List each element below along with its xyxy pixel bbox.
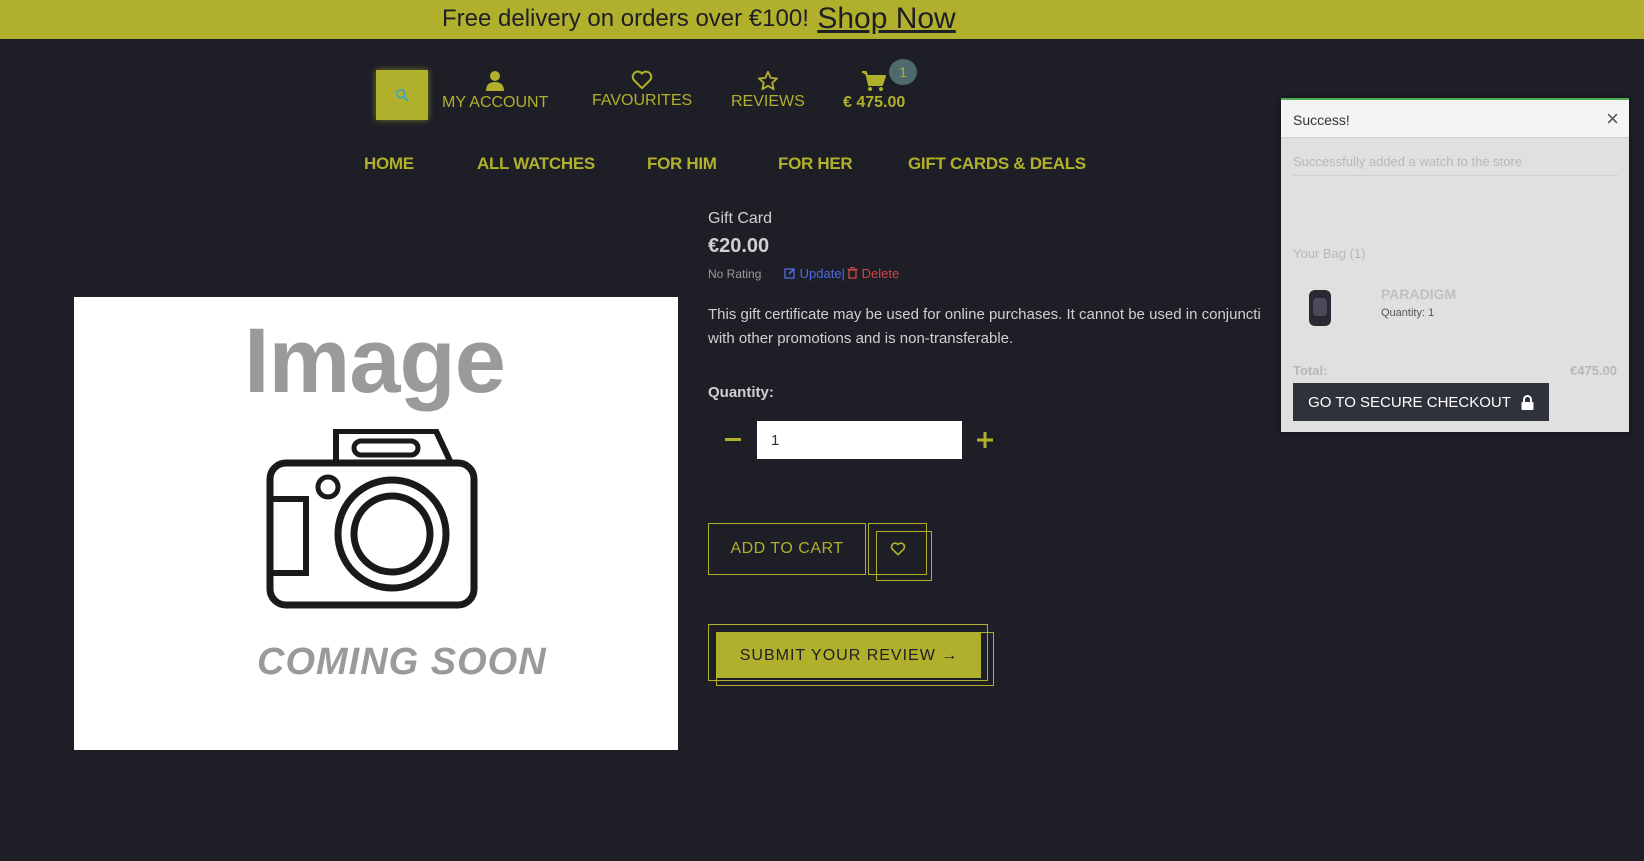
close-icon[interactable]: × bbox=[1606, 106, 1619, 132]
camera-icon bbox=[266, 429, 478, 609]
plus-icon bbox=[977, 432, 993, 448]
quantity-input[interactable] bbox=[757, 421, 962, 459]
description-line-1: This gift certificate may be used for on… bbox=[708, 306, 1261, 323]
user-icon bbox=[486, 71, 505, 91]
delete-label: Delete bbox=[861, 266, 900, 281]
my-account-label: MY ACCOUNT bbox=[442, 94, 549, 111]
checkout-label: GO TO SECURE CHECKOUT bbox=[1308, 393, 1511, 411]
heart-icon bbox=[631, 70, 653, 90]
toast-header: Success! × bbox=[1281, 100, 1629, 138]
delete-link[interactable]: Delete bbox=[847, 266, 899, 281]
toast-message: Successfully added a watch to the store bbox=[1293, 154, 1618, 176]
product-description: This gift certificate may be used for on… bbox=[708, 303, 1280, 351]
description-line-2: with other promotions and is non-transfe… bbox=[708, 330, 1014, 347]
nav-gift-cards-deals[interactable]: GIFT CARDS & DEALS bbox=[908, 154, 1086, 174]
edit-icon bbox=[784, 267, 796, 279]
promo-text: Free delivery on orders over €100! bbox=[442, 5, 809, 32]
cart-total: € 475.00 bbox=[843, 94, 906, 111]
product-price: €20.00 bbox=[708, 235, 770, 257]
bag-item-quantity: Quantity: 1 bbox=[1381, 307, 1435, 319]
minus-icon bbox=[725, 438, 741, 441]
lock-icon bbox=[1521, 394, 1534, 410]
product-rating: No Rating bbox=[708, 267, 762, 281]
nav-home[interactable]: HOME bbox=[364, 154, 414, 174]
reviews-label: REVIEWS bbox=[731, 93, 805, 110]
favourites-link[interactable]: FAVOURITES bbox=[592, 70, 692, 110]
bag-total-value: €475.00 bbox=[1570, 363, 1617, 378]
bag-item-thumbnail bbox=[1309, 290, 1331, 326]
increment-quantity-button[interactable] bbox=[974, 424, 996, 456]
image-placeholder-word: Image bbox=[244, 310, 506, 412]
update-label: Update bbox=[799, 266, 842, 281]
nav-for-him[interactable]: FOR HIM bbox=[647, 154, 717, 174]
bag-total-label: Total: bbox=[1293, 363, 1328, 378]
promo-banner-content: Free delivery on orders over €100! Shop … bbox=[442, 2, 956, 36]
nav-all-watches[interactable]: ALL WATCHES bbox=[477, 154, 595, 174]
add-to-favourites-button[interactable] bbox=[868, 523, 927, 575]
link-separator: | bbox=[841, 266, 845, 281]
search-icon bbox=[395, 88, 409, 102]
reviews-link[interactable]: REVIEWS bbox=[731, 70, 805, 111]
coming-soon-text: COMING SOON bbox=[257, 641, 547, 683]
toast-title: Success! bbox=[1293, 112, 1350, 128]
decrement-quantity-button[interactable] bbox=[722, 424, 744, 456]
search-button[interactable] bbox=[376, 70, 428, 120]
success-toast: Success! × Successfully added a watch to… bbox=[1281, 98, 1629, 432]
cart-icon bbox=[862, 71, 887, 91]
shop-now-link[interactable]: Shop Now bbox=[817, 2, 955, 35]
bag-summary: Your Bag (1) bbox=[1293, 246, 1366, 261]
nav-for-her[interactable]: FOR HER bbox=[778, 154, 853, 174]
submit-review-label: SUBMIT YOUR REVIEW → bbox=[717, 633, 981, 678]
favourites-label: FAVOURITES bbox=[592, 92, 693, 109]
promo-banner: Free delivery on orders over €100! Shop … bbox=[0, 0, 1644, 39]
add-to-cart-button[interactable]: ADD TO CART bbox=[708, 523, 866, 575]
bag-item-name: PARADIGM bbox=[1381, 286, 1457, 302]
secure-checkout-button[interactable]: GO TO SECURE CHECKOUT bbox=[1293, 383, 1549, 421]
quantity-label: Quantity: bbox=[708, 384, 774, 401]
product-name: Gift Card bbox=[708, 210, 773, 227]
trash-icon bbox=[847, 267, 858, 279]
update-link[interactable]: Update| bbox=[784, 266, 845, 281]
product-image: Image COMING SOON bbox=[74, 297, 678, 750]
cart-count-badge: 1 bbox=[889, 59, 917, 85]
star-icon bbox=[757, 70, 778, 91]
submit-review-button[interactable]: SUBMIT YOUR REVIEW → bbox=[708, 624, 988, 681]
heart-icon bbox=[890, 542, 905, 556]
my-account-link[interactable]: MY ACCOUNT bbox=[442, 70, 548, 112]
